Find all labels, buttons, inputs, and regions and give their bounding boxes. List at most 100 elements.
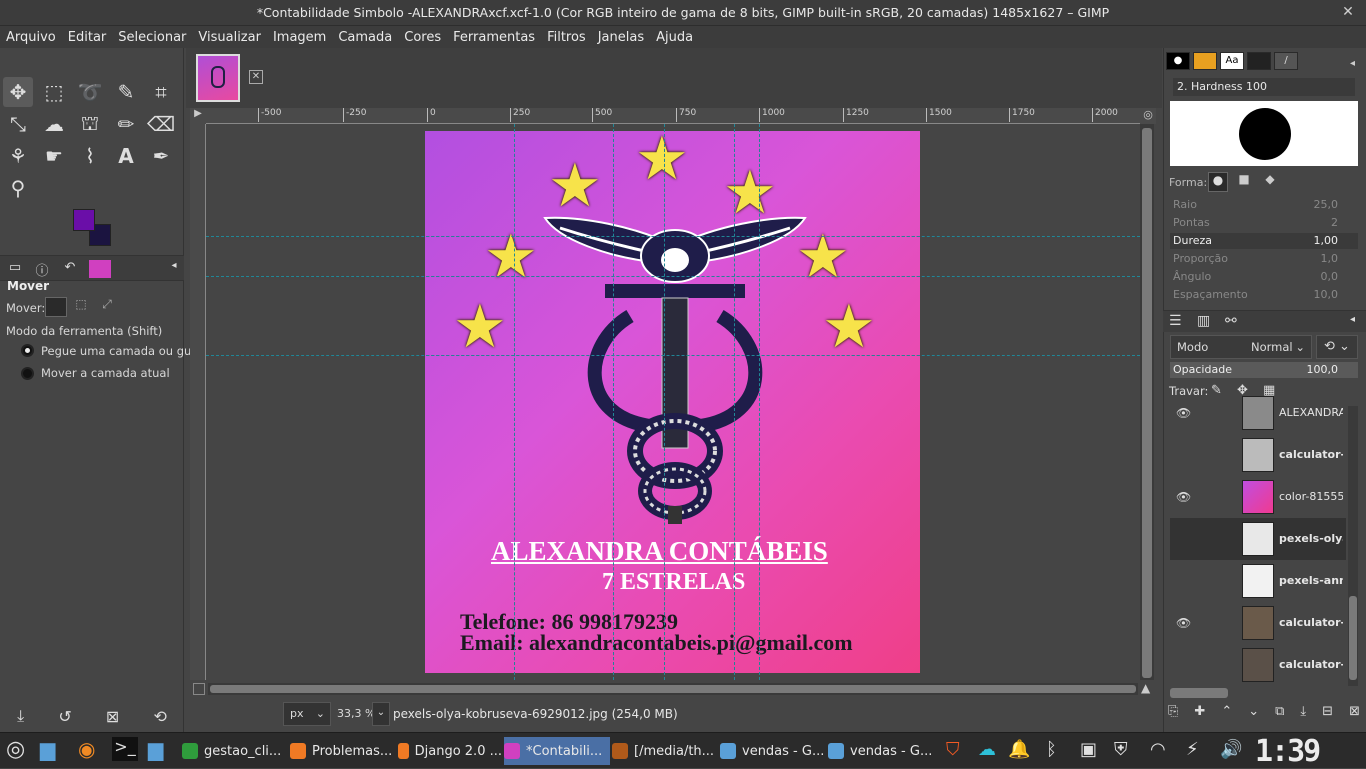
firefox-icon[interactable]: ◉ [78,737,95,761]
patterns-tab-icon[interactable] [1193,52,1217,70]
menu-selecionar[interactable]: Selecionar [112,30,192,45]
task-item-active[interactable]: *Contabili... [504,737,610,765]
menu-cores[interactable]: Cores [398,30,447,45]
menu-imagem[interactable]: Imagem [267,30,332,45]
move-layer-button[interactable] [45,297,67,317]
dock-menu-icon[interactable]: ◂ [1350,58,1355,69]
smudge-icon[interactable]: ☛ [39,141,69,171]
zoom-lock-icon[interactable]: ◎ [1140,108,1156,124]
menu-ferramentas[interactable]: Ferramentas [447,30,541,45]
pick-layer-radio[interactable] [21,344,34,357]
layers-tab-icon[interactable]: ☰ [1169,313,1182,329]
merge-down-icon[interactable]: ⤓ [1300,704,1306,724]
diamond-shape-icon[interactable]: ◆ [1260,172,1280,192]
bucket-fill-icon[interactable]: ⛫ [75,109,105,139]
menu-arquivo[interactable]: Arquivo [0,30,62,45]
radius-slider[interactable]: Raio 25,0 [1170,197,1358,213]
paint-dynamics-tab-icon[interactable]: / [1274,52,1298,70]
undo-history-tab-icon[interactable]: ↶ [59,260,81,278]
circle-shape-icon[interactable]: ● [1208,172,1228,192]
eye-icon[interactable]: 👁 [1176,616,1191,630]
navigate-icon[interactable]: ▲ [1141,681,1155,697]
paths-tab-icon[interactable]: ⚯ [1225,313,1237,329]
brave-icon[interactable]: ⛉ [946,739,960,760]
image-tab-thumbnail[interactable] [196,54,240,102]
device-status-tab-icon[interactable]: ⓘ [31,260,53,279]
layer-row[interactable]: calculator-38 [1170,434,1346,476]
vertical-guide[interactable] [664,124,665,680]
raise-layer-icon[interactable]: ⌃ [1221,704,1232,724]
layer-row[interactable]: 👁 ALEXANDRA [1170,392,1346,434]
opacity-slider[interactable]: Opacidade 100,0 [1170,362,1358,378]
clipboard-icon[interactable]: ▣ [1080,739,1097,760]
menu-ajuda[interactable]: Ajuda [650,30,699,45]
layer-row[interactable]: 👁 calculator-92 [1170,602,1346,644]
layers-hscrollbar[interactable] [1170,688,1228,698]
vertical-guide[interactable] [613,124,614,680]
mask-icon[interactable]: ⊟ [1322,704,1333,724]
spikes-slider[interactable]: Pontas 2 [1170,215,1358,231]
task-item[interactable]: [/media/th... [612,737,718,765]
eye-icon[interactable]: 👁 [1176,490,1191,504]
paths-icon[interactable]: ⌇ [75,141,105,171]
color-picker-icon[interactable]: ✒ [146,141,176,171]
lasso-icon[interactable]: ➰ [75,77,105,107]
new-layer-icon[interactable]: ✚ [1194,704,1205,724]
warp-icon[interactable]: ☁ [39,109,69,139]
mask-toggle-icon[interactable] [193,683,205,695]
angle-slider[interactable]: Ângulo 0,0 [1170,269,1358,285]
folder-icon[interactable]: ▆ [148,737,163,761]
menu-filtros[interactable]: Filtros [541,30,592,45]
vertical-guide[interactable] [759,124,760,680]
move-path-icon[interactable]: ⤢ [98,297,116,317]
brushes-tab-icon[interactable]: ● [1166,52,1190,70]
horizontal-guide[interactable] [206,355,1140,356]
paintbrush-icon[interactable]: ✏ [111,109,141,139]
move-selection-icon[interactable]: ⬚ [72,297,90,317]
document-history-tab-icon[interactable] [1247,52,1271,70]
menu-camada[interactable]: Camada [332,30,398,45]
task-item[interactable]: vendas - G... [720,737,826,765]
menu-editar[interactable]: Editar [62,30,113,45]
layer-row[interactable]: pexels-olya-k [1170,518,1346,560]
square-shape-icon[interactable]: ■ [1234,172,1254,192]
spacing-slider[interactable]: Espaçamento 10,0 [1170,287,1358,303]
canvas-horizontal-scrollbar[interactable] [208,683,1138,695]
layer-row[interactable]: pexels-anna- [1170,560,1346,602]
hardness-slider[interactable]: Dureza 1,00 [1170,233,1358,249]
cloud-icon[interactable]: ☁ [978,739,996,760]
move-tool-icon[interactable]: ✥ [3,77,33,107]
rect-select-icon[interactable]: ⬚ [39,77,69,107]
layer-row[interactable]: calculator-92 [1170,644,1346,686]
eraser-icon[interactable]: ⌫ [146,109,176,139]
fuzzy-select-icon[interactable]: ✎ [111,77,141,107]
close-icon[interactable]: ✕ [1340,4,1356,20]
notification-bell-icon[interactable]: 🔔 [1008,739,1030,760]
text-tool-icon[interactable]: A [111,141,141,171]
dock-menu-icon[interactable]: ◂ [163,260,185,278]
canvas-vertical-scrollbar[interactable] [1140,124,1154,680]
menu-start-icon[interactable]: ◎ [6,737,25,762]
images-tab-icon[interactable] [89,260,111,278]
menu-janelas[interactable]: Janelas [592,30,650,45]
menu-visualizar[interactable]: Visualizar [192,30,267,45]
quick-mask-corner-icon[interactable]: ▶ [190,108,206,124]
shield-icon[interactable]: ⛨ [1114,739,1128,760]
dock-menu-icon[interactable]: ◂ [1350,314,1355,325]
terminal-icon[interactable]: >_ [112,737,138,761]
delete-layer-icon[interactable]: ⊠ [1349,704,1360,724]
layer-row[interactable]: 👁 color-815550 [1170,476,1346,518]
horizontal-guide[interactable] [206,276,1140,277]
files-icon[interactable]: ▆ [40,737,55,761]
restore-options-icon[interactable]: ↺ [58,707,71,726]
zoom-icon[interactable]: ⚲ [3,173,33,203]
new-layer-group-icon[interactable]: ⎘ [1168,704,1178,724]
power-icon[interactable]: ⚡ [1186,739,1199,760]
move-active-layer-radio[interactable] [21,367,34,380]
volume-icon[interactable]: 🔊 [1220,739,1242,760]
foreground-color-swatch[interactable] [73,209,95,231]
document-image[interactable]: ★ ★ ★ ★ ★ ★ ★ ALEXANDRA CONTÁBEIS 7 ESTR… [425,129,920,673]
delete-options-icon[interactable]: ⊠ [106,707,119,726]
bluetooth-icon[interactable]: ᛒ [1046,739,1057,760]
eye-icon[interactable]: 👁 [1176,406,1191,420]
